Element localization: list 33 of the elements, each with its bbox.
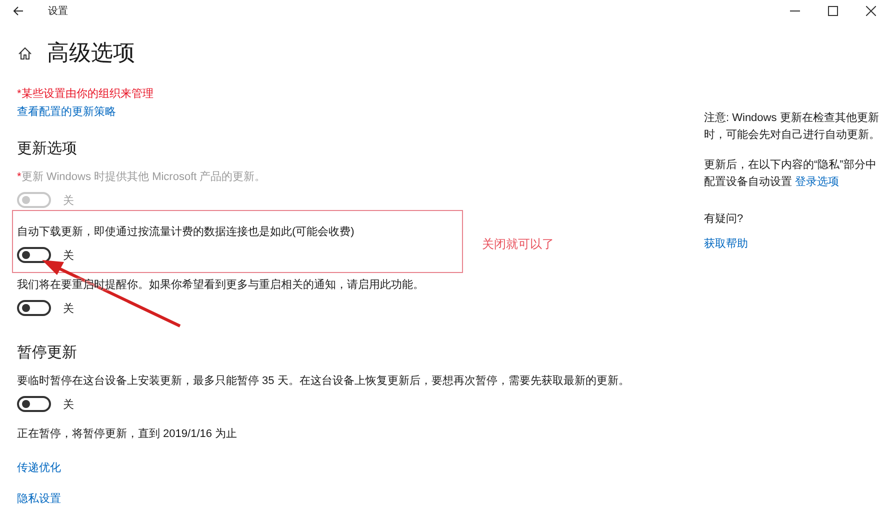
maximize-button[interactable] xyxy=(825,3,841,19)
window-title: 设置 xyxy=(48,4,68,18)
help-question: 有疑问? xyxy=(704,212,744,227)
section-heading: 更新选项 xyxy=(17,139,78,159)
setting-label: *更新 Windows 时提供其他 Microsoft 产品的更新。 xyxy=(17,170,267,185)
managed-note: *某些设置由你的组织来管理 xyxy=(17,86,154,102)
policy-link[interactable]: 查看配置的更新策略 xyxy=(17,106,116,118)
side-note: 注意: Windows 更新在检查其他更新时，可能会先对自己进行自动更新。 xyxy=(704,110,881,143)
setting-label: 自动下载更新，即使通过按流量计费的数据连接也是如此(可能会收费) xyxy=(17,224,356,240)
pause-status: 正在暂停，将暂停更新，直到 2019/1/16 为止 xyxy=(17,426,238,442)
toggle-state: 关 xyxy=(63,248,74,262)
toggle-switch[interactable] xyxy=(17,300,51,316)
back-arrow-icon xyxy=(12,6,24,16)
settings-link[interactable]: 传递优化 xyxy=(17,462,61,474)
minimize-icon xyxy=(790,10,800,12)
toggle-state: 关 xyxy=(63,398,74,412)
toggle-switch[interactable] xyxy=(17,396,51,412)
section-heading: 暂停更新 xyxy=(17,343,78,363)
side-note: 更新后，在以下内容的“隐私”部分中配置设备自动设置 登录选项 xyxy=(704,158,878,190)
toggle-state: 关 xyxy=(63,302,74,316)
get-help-link[interactable]: 获取帮助 xyxy=(704,238,748,250)
close-icon xyxy=(866,6,876,16)
setting-label: 要临时暂停在这台设备上安装更新，最多只能暂停 35 天。在这台设备上恢复更新后，要想再次暂停，需要先获取最新的更新。 xyxy=(17,374,630,389)
annotation-text: 关闭就可以了 xyxy=(482,236,554,253)
sign-in-options-link[interactable]: 登录选项 xyxy=(795,176,840,188)
close-button[interactable] xyxy=(863,3,879,19)
home-button[interactable] xyxy=(17,45,33,61)
settings-link[interactable]: 隐私设置 xyxy=(17,493,61,505)
home-icon xyxy=(18,46,32,60)
toggle-switch[interactable] xyxy=(17,247,51,263)
toggle-state: 关 xyxy=(63,194,74,208)
page-title: 高级选项 xyxy=(47,39,135,67)
maximize-icon xyxy=(828,6,838,16)
